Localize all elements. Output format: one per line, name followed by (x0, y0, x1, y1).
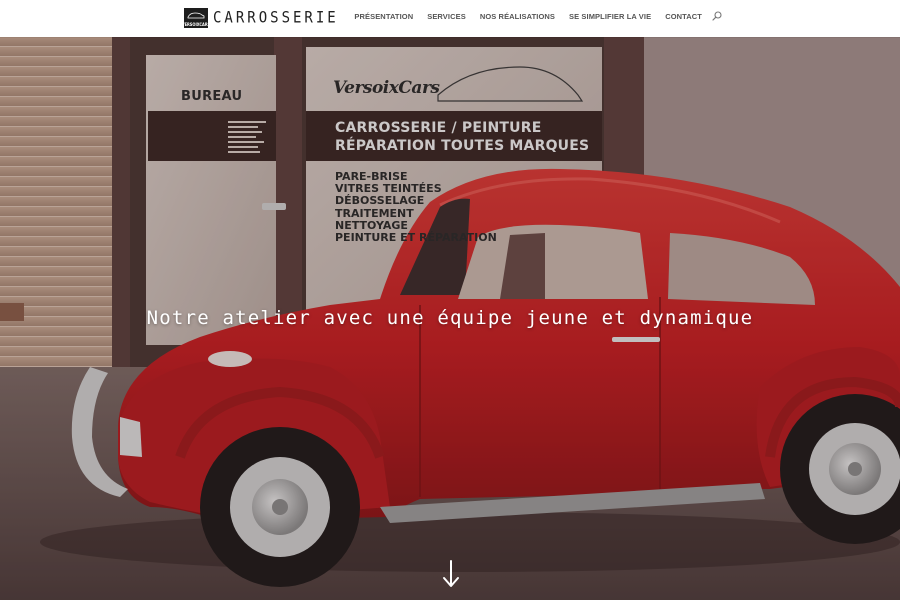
logo-badge: VERSOIXCARS (181, 8, 211, 28)
site-header: VERSOIXCARS CARROSSERIE PRÉSENTATION SER… (0, 0, 900, 37)
hero-section: BUREAU VersoixCars CARROSSERIE / PEINTUR… (0, 37, 900, 600)
logo-wordmark: CARROSSERIE (213, 8, 339, 28)
hero-title: Notre atelier avec une équipe jeune et d… (146, 307, 754, 329)
nav-item-services[interactable]: SERVICES (427, 12, 466, 21)
search-icon[interactable] (712, 11, 722, 21)
arrow-down-icon[interactable] (441, 559, 461, 589)
car-logo-icon (187, 12, 205, 19)
nav-item-simplifier[interactable]: SE SIMPLIFIER LA VIE (569, 12, 651, 21)
logo-badge-text: VERSOIXCARS (181, 22, 211, 27)
nav-item-presentation[interactable]: PRÉSENTATION (354, 12, 413, 21)
nav-item-realisations[interactable]: NOS RÉALISATIONS (480, 12, 555, 21)
main-nav: PRÉSENTATION SERVICES NOS RÉALISATIONS S… (354, 11, 722, 21)
nav-item-contact[interactable]: CONTACT (665, 12, 702, 21)
site-logo[interactable]: VERSOIXCARS CARROSSERIE (181, 7, 339, 29)
